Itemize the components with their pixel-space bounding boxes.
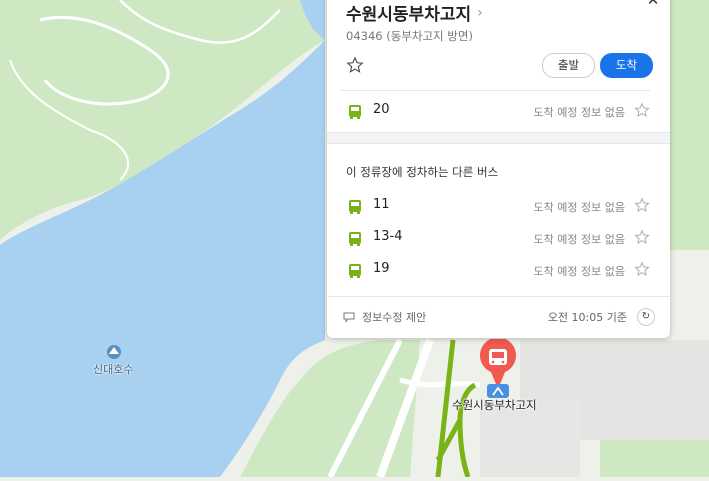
stop-marker-icon[interactable] — [487, 384, 509, 398]
arrival-button[interactable]: 도착 — [600, 53, 653, 78]
bus-stop-panel: 수원시동부차고지 › ✕ 04346 (동부차고지 방면) 출발 도착 20 도… — [327, 0, 670, 338]
arrival-status: 도착 예정 정보 없음 — [533, 106, 625, 119]
stop-subtitle: 04346 (동부차고지 방면) — [346, 29, 473, 43]
close-icon[interactable]: ✕ — [645, 0, 661, 8]
stop-name[interactable]: 수원시동부차고지 — [346, 0, 471, 25]
star-icon[interactable] — [634, 197, 650, 213]
bus-icon — [349, 264, 361, 278]
route-number: 11 — [373, 197, 390, 212]
updated-time: 오전 10:05 기준 — [547, 311, 627, 324]
star-icon[interactable] — [634, 102, 650, 118]
lake-label: 신대호수 — [93, 363, 134, 376]
suggest-icon — [343, 312, 355, 323]
suggest-edit-link[interactable]: 정보수정 제안 — [362, 309, 426, 325]
route-number: 20 — [373, 102, 390, 117]
route-row[interactable]: 19 도착 예정 정보 없음 — [327, 255, 670, 285]
route-row-main[interactable]: 20 도착 예정 정보 없음 — [327, 96, 670, 126]
arrival-status: 도착 예정 정보 없음 — [533, 201, 625, 214]
stop-title-row[interactable]: 수원시동부차고지 › — [346, 0, 483, 26]
departure-button[interactable]: 출발 — [542, 53, 595, 78]
chevron-right-icon: › — [477, 4, 483, 21]
star-icon[interactable] — [634, 261, 650, 277]
other-buses-title: 이 정류장에 정차하는 다른 버스 — [346, 165, 499, 179]
refresh-icon[interactable]: ↻ — [637, 308, 655, 326]
route-row[interactable]: 13-4 도착 예정 정보 없음 — [327, 223, 670, 253]
star-icon[interactable] — [634, 229, 650, 245]
star-icon[interactable] — [346, 56, 364, 74]
route-row[interactable]: 11 도착 예정 정보 없음 — [327, 191, 670, 221]
bus-icon — [349, 200, 361, 214]
route-number: 13-4 — [373, 229, 403, 244]
divider — [340, 90, 650, 91]
bus-icon — [349, 105, 361, 119]
route-number: 19 — [373, 261, 390, 276]
arrival-status: 도착 예정 정보 없음 — [533, 233, 625, 246]
panel-footer: 정보수정 제안 오전 10:05 기준 ↻ — [327, 296, 670, 338]
arrival-status: 도착 예정 정보 없음 — [533, 265, 625, 278]
section-gap — [327, 132, 670, 144]
bus-icon — [349, 232, 361, 246]
map-stop-label[interactable]: 수원시동부차고지 — [452, 397, 537, 413]
